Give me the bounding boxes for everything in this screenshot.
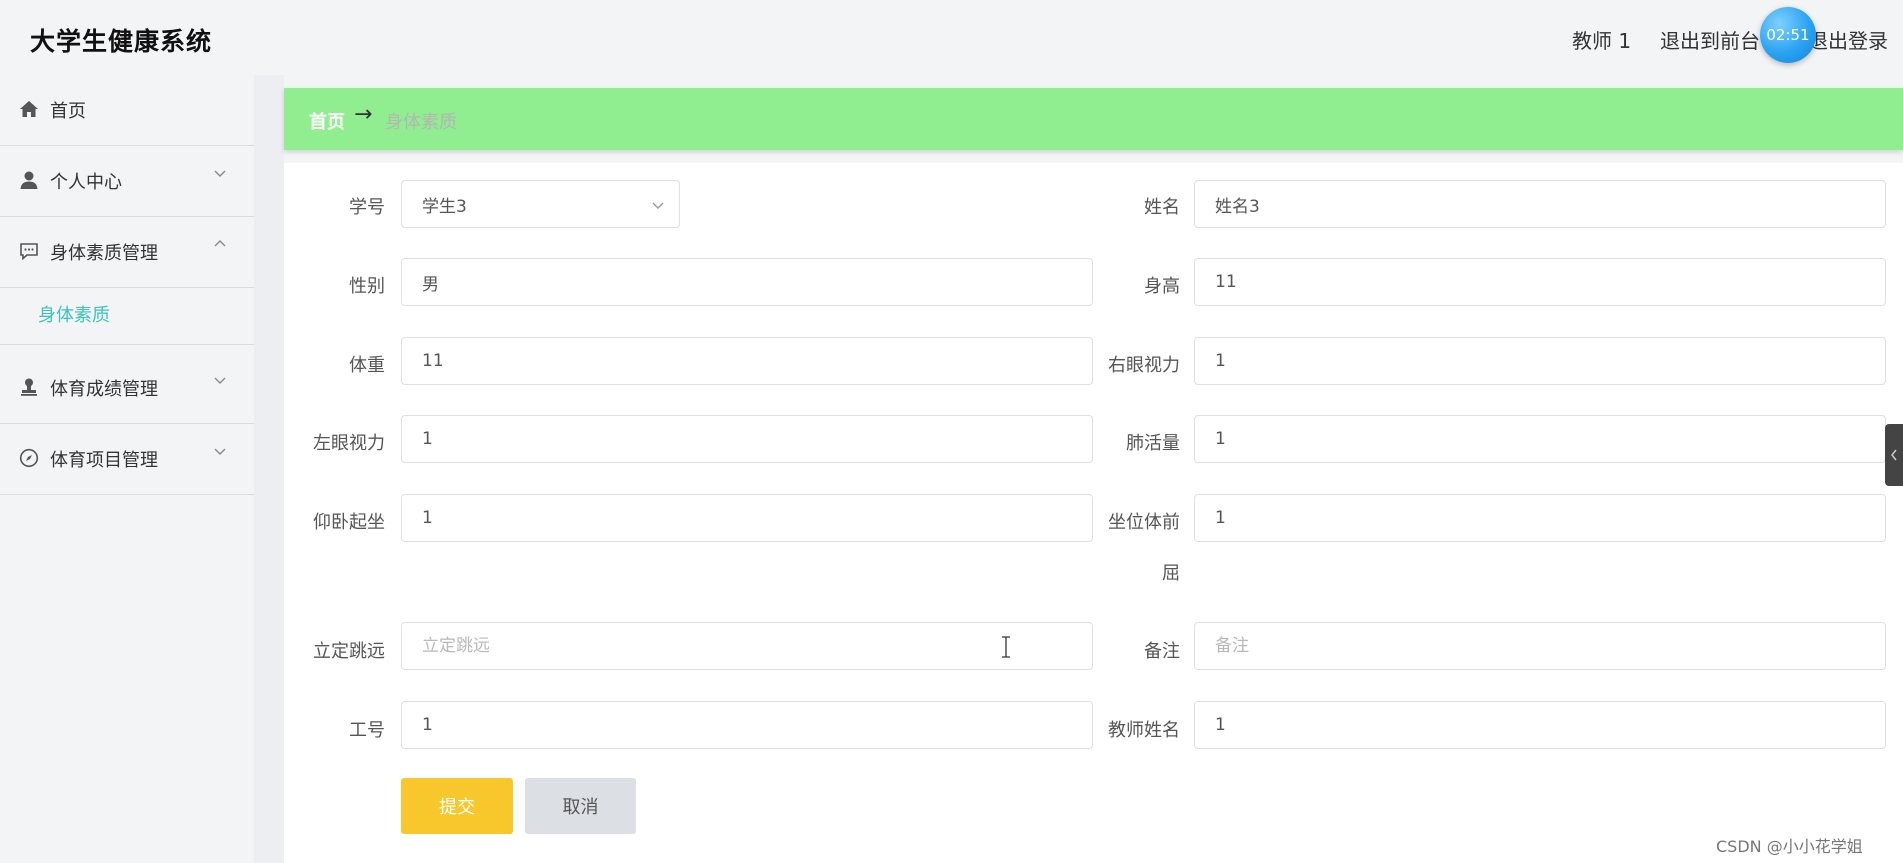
chevron-down-icon bbox=[214, 448, 226, 455]
situp-field[interactable] bbox=[401, 494, 1093, 542]
weight-field[interactable] bbox=[401, 337, 1093, 385]
submit-button[interactable]: 提交 bbox=[401, 778, 513, 834]
sidebar-item-label: 个人中心 bbox=[50, 172, 122, 193]
name-field[interactable] bbox=[1194, 180, 1886, 228]
sidebar-item-personal-center[interactable]: 个人中心 bbox=[0, 146, 254, 217]
chevron-down-icon bbox=[652, 202, 664, 209]
sidebar-item-label: 体育成绩管理 bbox=[50, 379, 158, 400]
sidebar-menu: 首页 个人中心 身体素质管理 身体素质 体育成绩管理 体育项目管理 bbox=[0, 75, 254, 863]
cancel-button[interactable]: 取消 bbox=[525, 778, 636, 834]
breadcrumb-home-link[interactable]: 首页 bbox=[309, 108, 345, 134]
situp-label: 仰卧起坐 bbox=[313, 512, 385, 533]
sidebar-item-physical-quality-mgmt[interactable]: 身体素质管理 bbox=[0, 217, 254, 288]
logout-link[interactable]: 退出登录 bbox=[1808, 25, 1888, 54]
long-jump-field[interactable] bbox=[401, 622, 1093, 670]
breadcrumb-current: 身体素质 bbox=[385, 112, 457, 133]
breadcrumb: 首页 → 身体素质 bbox=[284, 88, 1903, 150]
right-eye-label: 右眼视力 bbox=[1108, 355, 1180, 376]
sidebar-item-home[interactable]: 首页 bbox=[0, 75, 254, 146]
sidebar-subitem-physical-quality[interactable]: 身体素质 bbox=[0, 286, 254, 345]
chevron-up-icon bbox=[214, 240, 226, 247]
top-header: 大学生健康系统 教师 1 退出到前台 退出登录 02:51 bbox=[0, 0, 1903, 75]
recording-timer-badge: 02:51 bbox=[1760, 7, 1816, 63]
user-icon bbox=[20, 171, 38, 189]
sit-and-reach-field[interactable] bbox=[1194, 494, 1886, 542]
exit-to-front-link[interactable]: 退出到前台 bbox=[1660, 25, 1760, 54]
chat-icon bbox=[20, 243, 38, 261]
weight-label: 体重 bbox=[349, 355, 385, 376]
side-drawer-handle[interactable] bbox=[1885, 424, 1903, 486]
stamp-icon bbox=[21, 378, 37, 396]
sidebar-subitem-label: 身体素质 bbox=[38, 305, 110, 326]
sidebar-item-label: 首页 bbox=[50, 101, 86, 122]
remark-label: 备注 bbox=[1144, 641, 1180, 662]
sidebar-item-label: 体育项目管理 bbox=[50, 450, 158, 471]
teacher-id-field[interactable] bbox=[401, 701, 1093, 749]
long-jump-label: 立定跳远 bbox=[313, 641, 385, 662]
lung-capacity-field[interactable] bbox=[1194, 415, 1886, 463]
teacher-name-field[interactable] bbox=[1194, 701, 1886, 749]
sidebar-item-sports-project-mgmt[interactable]: 体育项目管理 bbox=[0, 424, 254, 495]
teacher-name-label: 教师姓名 bbox=[1108, 720, 1180, 741]
height-label: 身高 bbox=[1144, 276, 1180, 297]
home-icon bbox=[20, 101, 38, 117]
chevron-left-icon bbox=[1891, 449, 1897, 461]
sidebar-item-sports-score-mgmt[interactable]: 体育成绩管理 bbox=[0, 353, 254, 424]
student-id-select[interactable] bbox=[401, 180, 680, 228]
chevron-down-icon bbox=[214, 170, 226, 177]
teacher-id-label: 工号 bbox=[349, 720, 385, 741]
remark-field[interactable] bbox=[1194, 622, 1886, 670]
current-user-name: 教师 1 bbox=[1572, 29, 1632, 53]
gender-field[interactable] bbox=[401, 258, 1093, 306]
name-label: 姓名 bbox=[1144, 197, 1180, 218]
left-eye-vision-field[interactable] bbox=[401, 415, 1093, 463]
app-title: 大学生健康系统 bbox=[30, 27, 213, 56]
right-eye-vision-field[interactable] bbox=[1194, 337, 1886, 385]
lung-capacity-label: 肺活量 bbox=[1126, 433, 1180, 454]
gender-label: 性别 bbox=[349, 276, 385, 297]
compass-icon bbox=[19, 448, 39, 468]
sidebar-gutter bbox=[254, 75, 284, 863]
watermark: CSDN @小小花学姐 bbox=[1716, 837, 1863, 856]
breadcrumb-arrow-icon: → bbox=[354, 102, 373, 127]
left-eye-label: 左眼视力 bbox=[313, 433, 385, 454]
height-field[interactable] bbox=[1194, 258, 1886, 306]
sidebar-item-label: 身体素质管理 bbox=[50, 243, 158, 264]
chevron-down-icon bbox=[214, 377, 226, 384]
sit-reach-label-line2: 屈 bbox=[1162, 563, 1180, 584]
text-cursor-icon bbox=[1002, 636, 1010, 658]
student-id-label: 学号 bbox=[349, 197, 385, 218]
sit-reach-label-line1: 坐位体前 bbox=[1108, 512, 1180, 533]
